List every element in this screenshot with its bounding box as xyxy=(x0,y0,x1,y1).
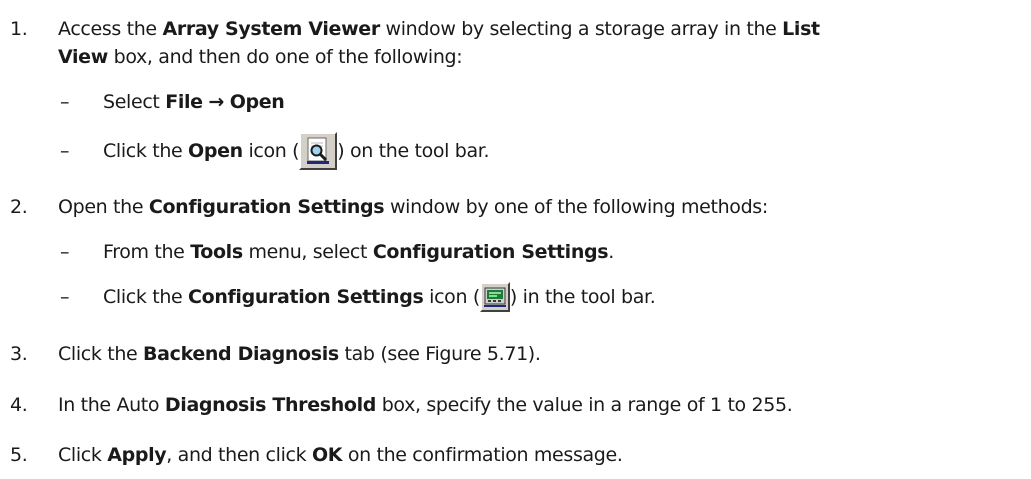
dash-bullet: – xyxy=(60,91,70,113)
ok-term: OK xyxy=(311,444,343,466)
backend-diagnosis-term: Backend Diagnosis xyxy=(143,343,339,365)
sub-text: Select File → Open xyxy=(103,91,285,113)
sub-text: Click the Open icon ( ) on the tool bar. xyxy=(103,131,490,170)
dash-bullet: – xyxy=(60,286,70,308)
step-number: 4. xyxy=(10,394,28,416)
tools-menu-term: Tools xyxy=(190,241,243,263)
dash-bullet: – xyxy=(60,140,70,162)
step-number: 3. xyxy=(10,343,28,365)
step-text: Click the Backend Diagnosis tab (see Fig… xyxy=(58,343,541,365)
step-number: 5. xyxy=(10,444,28,466)
step-text: Access the Array System Viewer window by… xyxy=(58,18,820,40)
open-menu-term: Open xyxy=(229,91,285,113)
step-number: 2. xyxy=(10,196,28,218)
list-view-term: List xyxy=(782,18,820,40)
open-magnifier-icon xyxy=(299,131,338,170)
arrow-icon: → xyxy=(208,91,224,113)
step-text: View box, and then do one of the followi… xyxy=(58,46,463,68)
step-text: In the Auto Diagnosis Threshold box, spe… xyxy=(58,394,793,416)
configuration-settings-term: Configuration Settings xyxy=(188,286,424,308)
step-text: Open the Configuration Settings window b… xyxy=(58,196,768,218)
configuration-settings-icon xyxy=(479,281,510,312)
sub-text: From the Tools menu, select Configuratio… xyxy=(103,241,614,263)
configuration-settings-term: Configuration Settings xyxy=(372,241,609,263)
file-menu-term: File xyxy=(165,91,203,113)
dash-bullet: – xyxy=(60,241,70,263)
array-system-viewer-term: Array System Viewer xyxy=(162,18,380,40)
apply-term: Apply xyxy=(107,444,167,466)
step-number: 1. xyxy=(10,18,28,40)
step-text: Click Apply, and then click OK on the co… xyxy=(58,444,623,466)
sub-text: Click the Configuration Settings icon ( … xyxy=(103,281,656,312)
open-term: Open xyxy=(188,140,243,162)
configuration-settings-term: Configuration Settings xyxy=(148,196,385,218)
diagnosis-threshold-term: Diagnosis Threshold xyxy=(164,394,376,416)
